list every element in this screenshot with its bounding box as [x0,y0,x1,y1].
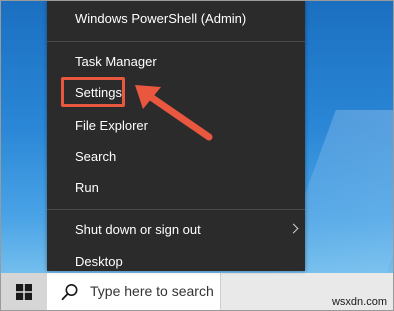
windows-logo-icon [16,284,32,300]
menu-item-shut-down-or-sign-out[interactable]: Shut down or sign out [47,215,305,245]
search-placeholder: Type here to search [90,283,214,299]
menu-item-powershell-admin[interactable]: Windows PowerShell (Admin) [47,4,305,34]
pointer-arrow-icon [135,85,213,141]
chevron-right-icon [288,223,299,234]
menu-separator [47,41,305,42]
start-button[interactable] [1,273,47,310]
screenshot-frame: Windows PowerShell (Admin) Task Manager … [0,0,394,311]
menu-separator [47,209,305,210]
menu-item-label: Task Manager [75,54,157,69]
menu-item-label: Shut down or sign out [75,222,201,237]
menu-item-label: Run [75,180,99,195]
menu-item-run[interactable]: Run [47,173,305,203]
settings-highlight-box [61,77,125,107]
menu-item-label: Desktop [75,254,123,269]
taskbar-search-box[interactable]: Type here to search [47,273,221,310]
menu-item-desktop[interactable]: Desktop [47,247,305,277]
menu-item-task-manager[interactable]: Task Manager [47,47,305,77]
menu-item-label: Windows PowerShell (Admin) [75,11,247,26]
watermark: wsxdn.com [331,296,387,308]
search-icon [61,284,78,301]
menu-item-label: Search [75,149,117,164]
